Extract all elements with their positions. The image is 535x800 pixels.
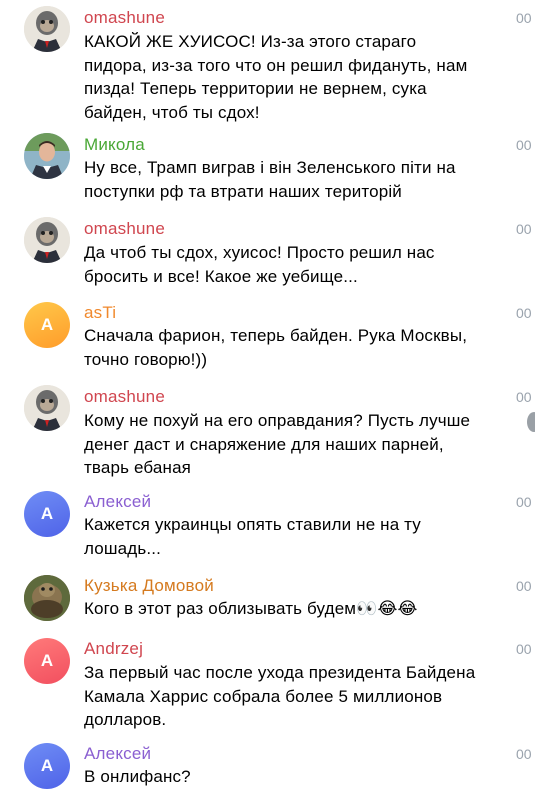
message-time: 00: [516, 746, 532, 762]
author-name[interactable]: Алексей: [84, 744, 151, 764]
avatar[interactable]: A: [24, 638, 70, 684]
message-text: Кажется украинцы опять ставили не на ту …: [84, 515, 421, 558]
message-text: КАКОЙ ЖЕ ХУИСОС! Из-за этого стараго пид…: [84, 32, 468, 122]
author-name[interactable]: Микола: [84, 135, 145, 155]
author-name[interactable]: Алексей: [84, 492, 151, 512]
message-text: За первый час после ухода президента Бай…: [84, 663, 476, 729]
author-name[interactable]: omashune: [84, 219, 165, 239]
author-name[interactable]: Кузька Домовой: [84, 576, 214, 596]
avatar[interactable]: [24, 575, 70, 621]
avatar[interactable]: [24, 133, 70, 179]
message-text: Кому не похуй на его оправдания? Пусть л…: [84, 411, 471, 477]
avatar[interactable]: [24, 217, 70, 263]
author-name[interactable]: omashune: [84, 8, 165, 28]
avatar[interactable]: [24, 385, 70, 431]
avatar-letter: A: [40, 315, 54, 334]
avatar[interactable]: [24, 6, 70, 52]
reaction-bubble-icon[interactable]: [527, 412, 535, 432]
message-text: Ну все, Трамп виграв і він Зеленського п…: [84, 158, 456, 201]
monkey-avatar-icon: [24, 6, 70, 52]
avatar-letter: A: [40, 504, 54, 523]
avatar[interactable]: A: [24, 491, 70, 537]
man-avatar-icon: [24, 133, 70, 179]
monkey-avatar-icon: [24, 217, 70, 263]
message-time: 00: [516, 389, 532, 405]
message-time: 00: [516, 10, 532, 26]
author-name[interactable]: Andrzej: [84, 639, 143, 659]
monkey-avatar-icon: [24, 385, 70, 431]
message-time: 00: [516, 578, 532, 594]
avatar-letter: A: [40, 756, 54, 775]
avatar-letter: A: [40, 651, 54, 670]
turtle-avatar-icon: [24, 575, 70, 621]
message-time: 00: [516, 305, 532, 321]
message-text: Кого в этот раз облизывать будем👀😂😂: [84, 599, 418, 618]
message-time: 00: [516, 494, 532, 510]
author-name[interactable]: omashune: [84, 387, 165, 407]
message-text: Сначала фарион, теперь байден. Рука Моск…: [84, 326, 468, 369]
avatar[interactable]: A: [24, 743, 70, 789]
message-time: 00: [516, 641, 532, 657]
avatar[interactable]: A: [24, 302, 70, 348]
message-text: Да чтоб ты сдох, хуисос! Просто решил на…: [84, 243, 435, 286]
message-text: В онлифанс?: [84, 767, 191, 786]
message-time: 00: [516, 221, 532, 237]
author-name[interactable]: asTi: [84, 303, 116, 323]
message-time: 00: [516, 137, 532, 153]
